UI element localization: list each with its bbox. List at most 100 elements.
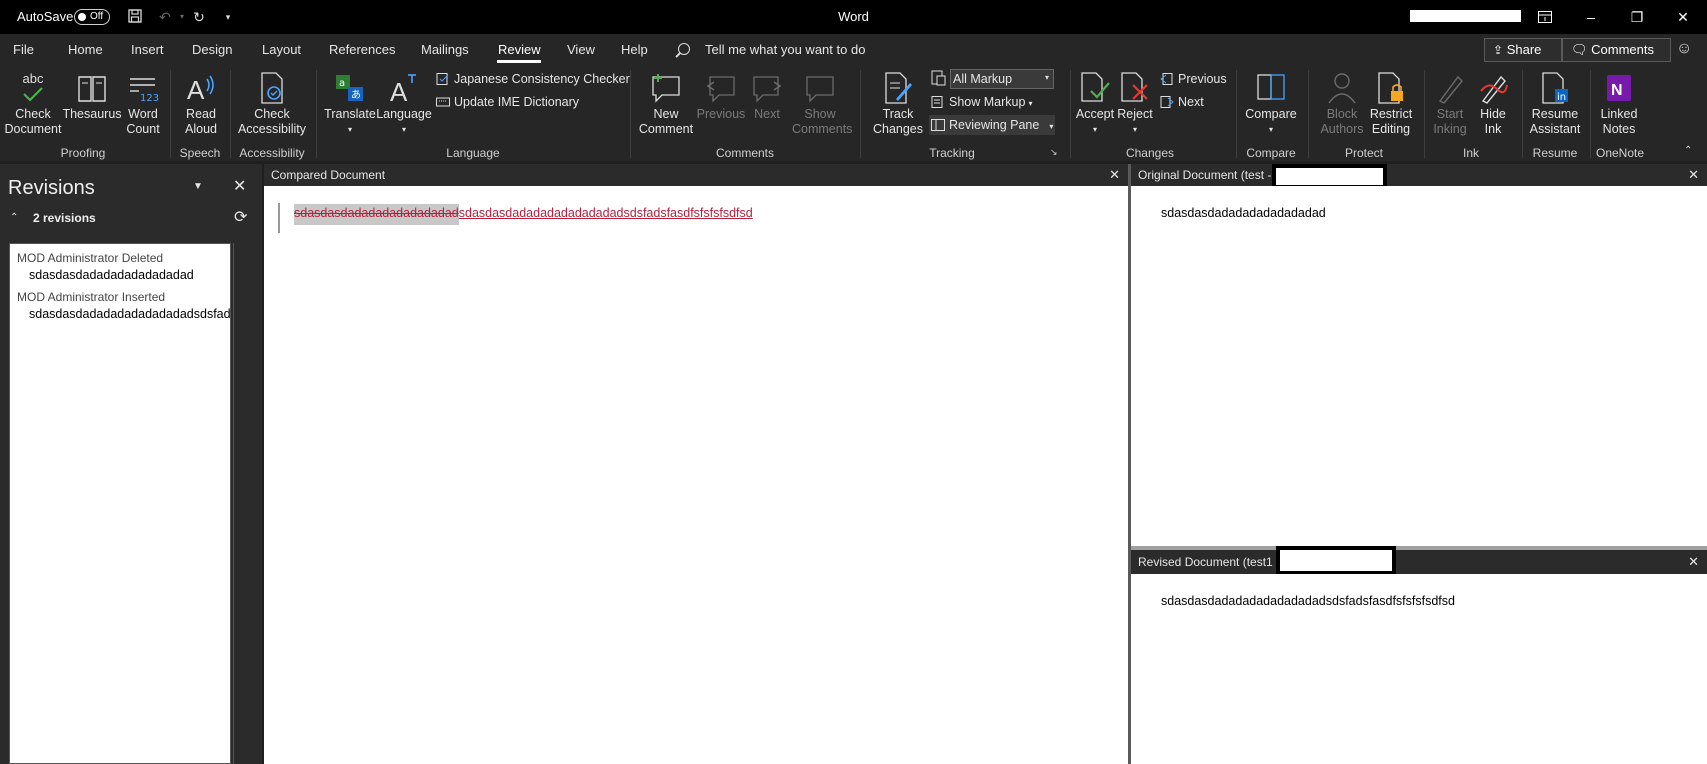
group-compare: Compare bbox=[1246, 146, 1296, 160]
check-accessibility-label-1: Check bbox=[254, 107, 290, 121]
hide-ink-button[interactable]: Hide Ink bbox=[1470, 71, 1516, 137]
collapse-revisions-icon[interactable]: ⌃ bbox=[10, 212, 18, 223]
show-comments-label-1: Show bbox=[804, 107, 836, 121]
previous-comment-button[interactable]: Previous bbox=[696, 71, 746, 122]
close-compared-icon[interactable]: ✕ bbox=[1109, 167, 1120, 183]
collapse-ribbon-icon[interactable]: ⌃ bbox=[1684, 145, 1696, 157]
save-icon[interactable] bbox=[125, 8, 145, 26]
reject-button[interactable]: Reject ▾ bbox=[1112, 71, 1158, 137]
account-name-redacted bbox=[1410, 10, 1521, 22]
compared-document-page[interactable] bbox=[264, 186, 1128, 764]
toggle-knob bbox=[78, 13, 86, 21]
tab-design[interactable]: Design bbox=[192, 42, 232, 57]
pane-options-chevron-icon[interactable]: ▼ bbox=[193, 181, 203, 192]
close-pane-icon[interactable]: ✕ bbox=[233, 176, 246, 196]
refresh-icon[interactable]: ⟳ bbox=[234, 207, 247, 227]
original-document-page[interactable]: sdasdasdadadadadadadadad bbox=[1131, 186, 1707, 546]
chevron-down-icon: ▾ bbox=[1028, 99, 1033, 108]
close-window-icon[interactable]: ✕ bbox=[1660, 0, 1706, 34]
revisions-scrollbar[interactable] bbox=[233, 243, 250, 764]
tab-file[interactable]: File bbox=[13, 42, 34, 57]
group-separator bbox=[1070, 70, 1071, 158]
accessibility-check-icon bbox=[256, 71, 288, 105]
next-change-button[interactable]: Next bbox=[1160, 92, 1204, 112]
group-ink: Ink bbox=[1462, 146, 1479, 160]
share-button[interactable]: ⇪ Share bbox=[1484, 38, 1562, 62]
restrict-editing-button[interactable]: Restrict Editing bbox=[1362, 71, 1420, 137]
next-comment-button[interactable]: Next bbox=[744, 71, 790, 122]
previous-change-button[interactable]: Previous bbox=[1160, 69, 1227, 89]
tab-view[interactable]: View bbox=[567, 42, 595, 57]
word-count-button[interactable]: 123 Word Count bbox=[120, 71, 166, 137]
check-document-label-1: Check bbox=[15, 107, 51, 121]
reviewing-pane-button[interactable]: Reviewing Pane ▾ bbox=[929, 115, 1055, 135]
new-comment-button[interactable]: New Comment bbox=[636, 71, 696, 137]
autosave-toggle[interactable]: Off bbox=[74, 9, 110, 25]
group-tracking: Tracking bbox=[929, 146, 975, 160]
read-aloud-icon: A bbox=[185, 71, 217, 105]
previous-comment-icon bbox=[705, 71, 737, 105]
tab-help[interactable]: Help bbox=[621, 42, 648, 57]
tab-home[interactable]: Home bbox=[68, 42, 103, 57]
tab-insert[interactable]: Insert bbox=[131, 42, 164, 57]
tell-me-search[interactable]: Tell me what you want to do bbox=[705, 42, 865, 57]
check-document-button[interactable]: abc Check Document bbox=[2, 71, 64, 137]
search-icon[interactable] bbox=[678, 43, 690, 55]
update-ime-dictionary-button[interactable]: Update IME Dictionary bbox=[436, 92, 579, 112]
resume-assistant-button[interactable]: in Resume Assistant bbox=[1524, 71, 1586, 137]
previous-change-label: Previous bbox=[1178, 72, 1227, 86]
redo-icon[interactable]: ↻ bbox=[189, 8, 209, 26]
filename-redacted bbox=[1276, 546, 1396, 575]
display-for-review-icon bbox=[931, 70, 951, 88]
new-comment-icon bbox=[650, 71, 682, 105]
markup-select[interactable]: All Markup ▾ bbox=[950, 69, 1054, 89]
japanese-consistency-checker-button[interactable]: Japanese Consistency Checker bbox=[436, 69, 630, 89]
customize-toolbar-icon[interactable]: ▾ bbox=[218, 8, 238, 26]
dropdown-arrow-icon: ▾ bbox=[401, 125, 406, 134]
show-comments-icon bbox=[804, 71, 836, 105]
minimize-icon[interactable]: – bbox=[1568, 0, 1614, 34]
comments-button[interactable]: 🗨︎ Comments bbox=[1562, 38, 1671, 62]
start-inking-button[interactable]: Start Inking bbox=[1426, 71, 1474, 137]
group-separator bbox=[1236, 70, 1237, 158]
close-revised-icon[interactable]: ✕ bbox=[1688, 554, 1699, 570]
reject-label: Reject bbox=[1117, 107, 1153, 121]
tab-references[interactable]: References bbox=[329, 42, 395, 57]
revision-item[interactable]: MOD Administrator Deleted sdasdasdadadad… bbox=[10, 251, 230, 282]
track-changes-button[interactable]: Track Changes bbox=[866, 71, 930, 137]
hide-ink-label-1: Hide bbox=[1480, 107, 1506, 121]
compared-document-text[interactable]: sdasdasdadadadadadadadadsdasdasdadadadad… bbox=[294, 204, 753, 225]
revised-document-page[interactable]: sdasdasdadadadadadadadadsdsfadsfasdfsfsf… bbox=[1131, 574, 1707, 764]
svg-text:123: 123 bbox=[140, 93, 159, 104]
next-comment-label: Next bbox=[754, 107, 780, 121]
revised-document-title: Revised Document (test1 - bbox=[1138, 555, 1281, 569]
show-comments-button[interactable]: Show Comments bbox=[792, 71, 852, 137]
tab-review[interactable]: Review bbox=[498, 42, 541, 57]
next-change-icon bbox=[1160, 94, 1174, 108]
read-aloud-button[interactable]: A Read Aloud bbox=[176, 71, 226, 137]
feedback-smiley-icon[interactable]: ☺ bbox=[1676, 40, 1696, 60]
compare-button[interactable]: Compare ▾ bbox=[1240, 71, 1302, 137]
linked-notes-button[interactable]: N Linked Notes bbox=[1592, 71, 1646, 137]
read-aloud-label-1: Read bbox=[186, 107, 216, 121]
chevron-down-icon: ▾ bbox=[1049, 122, 1054, 131]
group-proofing: Proofing bbox=[60, 146, 106, 160]
restore-icon[interactable]: ❐ bbox=[1614, 0, 1660, 34]
show-markup-button[interactable]: Show Markup ▾ bbox=[931, 92, 1032, 112]
tracking-options-launcher-icon[interactable]: ↘ bbox=[1050, 147, 1060, 157]
translate-button[interactable]: aあ Translate ▾ bbox=[322, 71, 378, 137]
update-ime-label: Update IME Dictionary bbox=[454, 95, 580, 109]
close-original-icon[interactable]: ✕ bbox=[1688, 167, 1699, 183]
tab-mailings[interactable]: Mailings bbox=[421, 42, 469, 57]
linked-notes-label-2: Notes bbox=[1602, 122, 1636, 136]
ribbon-display-options-icon[interactable] bbox=[1522, 0, 1568, 34]
thesaurus-label: Thesaurus bbox=[62, 107, 122, 121]
thesaurus-button[interactable]: Thesaurus bbox=[62, 71, 122, 122]
language-button[interactable]: A Language ▾ bbox=[376, 71, 432, 137]
check-accessibility-button[interactable]: Check Accessibility bbox=[236, 71, 308, 137]
revision-item[interactable]: MOD Administrator Inserted sdasdasdadada… bbox=[10, 290, 230, 321]
revisions-list: MOD Administrator Deleted sdasdasdadadad… bbox=[9, 243, 231, 764]
previous-comment-label: Previous bbox=[696, 107, 746, 121]
new-comment-label-1: New bbox=[653, 107, 679, 121]
tab-layout[interactable]: Layout bbox=[262, 42, 301, 57]
